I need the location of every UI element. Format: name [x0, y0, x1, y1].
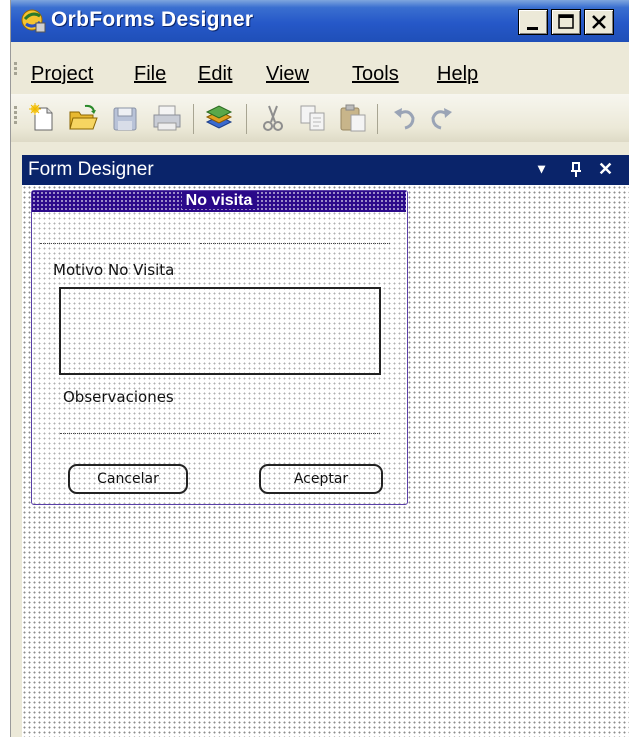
form-title-bar[interactable]: No visita [32, 191, 406, 212]
popup-trigger-right[interactable] [200, 243, 390, 244]
app-window: OrbForms Designer Project File Edit View… [10, 0, 629, 737]
paste-icon[interactable] [337, 102, 369, 134]
save-icon[interactable] [109, 102, 141, 134]
undo-icon[interactable] [389, 102, 421, 134]
copy-icon[interactable] [297, 102, 329, 134]
title-bar[interactable]: OrbForms Designer [11, 0, 629, 42]
accept-button[interactable]: Aceptar [259, 464, 383, 494]
new-file-icon[interactable] [27, 102, 59, 134]
cancel-button[interactable]: Cancelar [68, 464, 188, 494]
motivo-field[interactable] [59, 287, 381, 375]
menu-view[interactable]: View [266, 63, 309, 86]
observaciones-label: Observaciones [63, 388, 174, 406]
maximize-icon [558, 14, 574, 29]
close-icon [592, 15, 606, 29]
panel-pin-icon[interactable] [568, 159, 584, 184]
observaciones-field[interactable] [60, 433, 380, 434]
open-folder-icon[interactable] [67, 102, 99, 134]
popup-trigger-left[interactable] [40, 243, 190, 244]
form-designer-header: Form Designer ▾ ✕ [22, 155, 629, 185]
minimize-icon [527, 27, 538, 30]
toolbar-separator [193, 104, 194, 134]
toolbar [11, 94, 629, 142]
stack-icon[interactable] [203, 102, 235, 134]
menu-edit[interactable]: Edit [198, 63, 232, 86]
menu-tools[interactable]: Tools [352, 63, 399, 86]
form-title: No visita [181, 192, 257, 209]
toolbar-separator [246, 104, 247, 134]
menu-project[interactable]: Project [31, 63, 93, 86]
menu-help[interactable]: Help [437, 63, 478, 86]
app-icon [21, 9, 46, 33]
maximize-button[interactable] [551, 9, 581, 35]
menu-grip[interactable] [14, 62, 18, 77]
redo-icon[interactable] [425, 102, 457, 134]
close-button[interactable] [584, 9, 614, 35]
menu-bar: Project File Edit View Tools Help [11, 50, 629, 90]
palm-form[interactable]: No visita Motivo No Visita Observaciones… [31, 190, 408, 505]
window-title: OrbForms Designer [51, 8, 254, 31]
toolbar-grip[interactable] [14, 106, 18, 126]
menu-file[interactable]: File [134, 63, 166, 86]
panel-close-icon[interactable]: ✕ [598, 159, 613, 180]
toolbar-separator [377, 104, 378, 134]
panel-dropdown-icon[interactable]: ▾ [538, 160, 545, 177]
panel-title: Form Designer [28, 159, 154, 180]
cut-icon[interactable] [257, 102, 289, 134]
motivo-label: Motivo No Visita [53, 261, 175, 279]
print-icon[interactable] [151, 102, 183, 134]
minimize-button[interactable] [518, 9, 548, 35]
